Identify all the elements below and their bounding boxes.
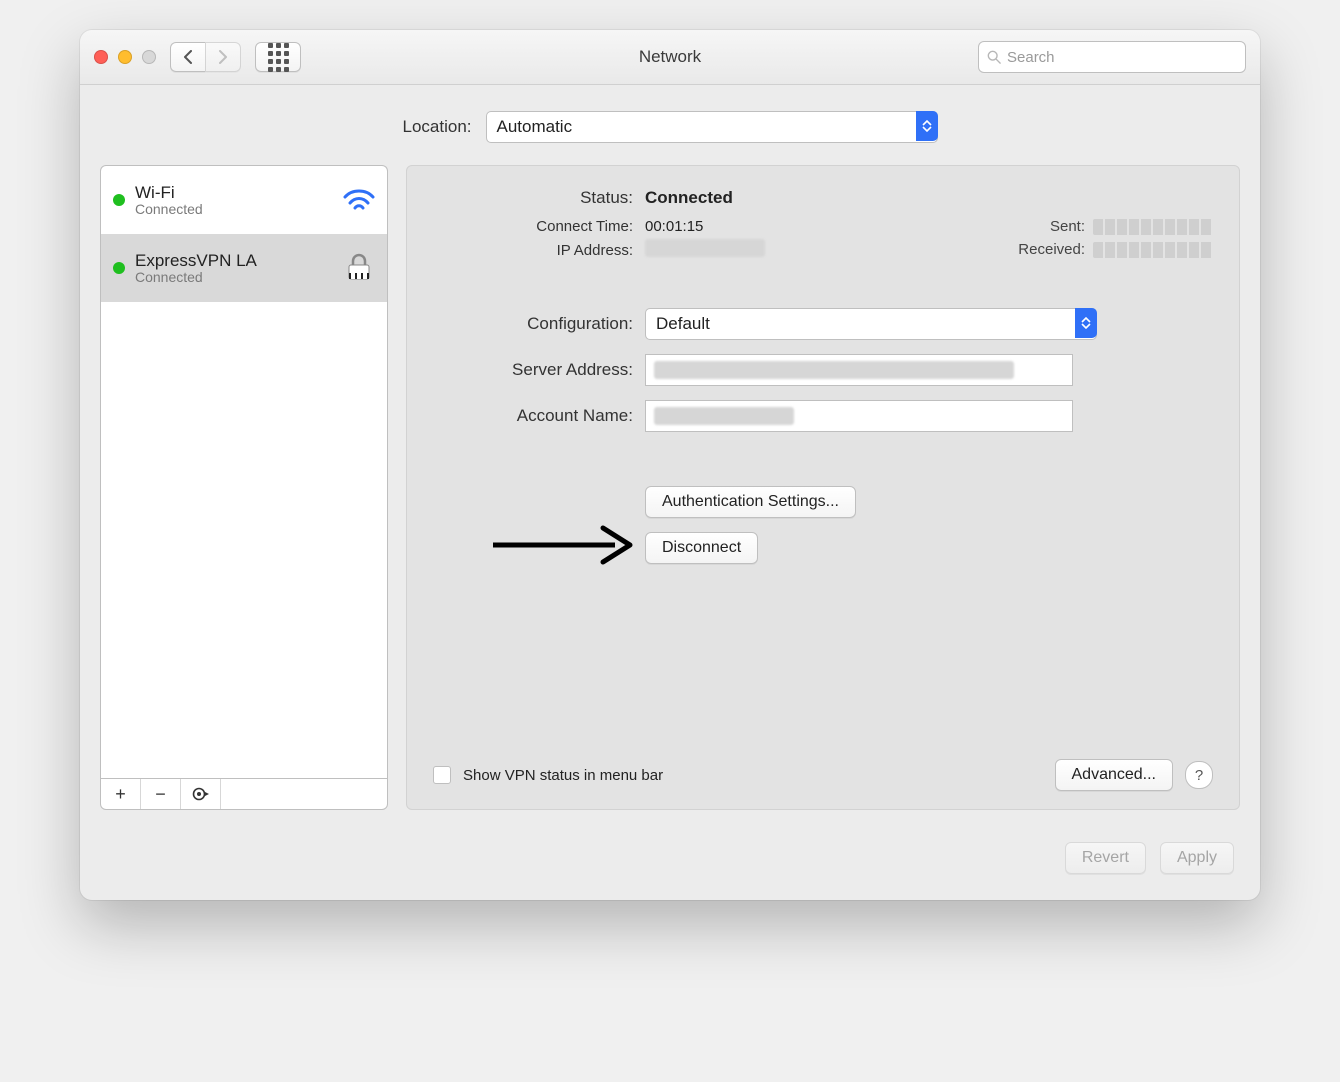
service-options-button[interactable] [181,779,221,809]
titlebar: Network Search [80,30,1260,85]
show-vpn-status-label: Show VPN status in menu bar [463,767,663,784]
revert-button[interactable]: Revert [1065,842,1146,874]
server-address-input[interactable] [645,354,1073,386]
service-name: ExpressVPN LA [135,251,331,271]
received-label: Received: [1018,241,1085,258]
remove-service-button[interactable]: − [141,779,181,809]
show-vpn-status-checkbox[interactable] [433,766,451,784]
status-dot-icon [113,262,125,274]
gear-icon [192,787,210,801]
disconnect-button[interactable]: Disconnect [645,532,758,564]
server-address-label: Server Address: [433,360,633,380]
service-status: Connected [135,202,331,217]
service-name: Wi-Fi [135,183,331,203]
server-address-value-redacted [654,361,1014,379]
sent-meter: Sent: [1050,218,1213,235]
nav-back-forward [170,42,241,72]
configuration-label: Configuration: [433,314,633,334]
connect-time-value: 00:01:15 [645,218,703,235]
popup-arrows-icon [1075,308,1097,338]
search-icon [987,50,1001,64]
apply-button[interactable]: Apply [1160,842,1234,874]
status-dot-icon [113,194,125,206]
sent-label: Sent: [1050,218,1085,235]
service-item-vpn[interactable]: ExpressVPN LA Connected [101,234,387,302]
location-row: Location: Automatic [80,85,1260,165]
status-value: Connected [645,188,733,208]
detail-panel: Status: Connected Connect Time: 00:01:15… [406,165,1240,810]
minimize-window-button[interactable] [118,50,132,64]
help-button[interactable]: ? [1185,761,1213,789]
ip-address-label: IP Address: [433,242,633,259]
service-item-wifi[interactable]: Wi-Fi Connected [101,166,387,234]
popup-arrows-icon [916,111,938,141]
service-status: Connected [135,270,331,285]
connect-time-label: Connect Time: [433,218,633,235]
account-name-input[interactable] [645,400,1073,432]
location-popup[interactable]: Automatic [486,111,938,143]
annotation-arrow-icon [485,520,635,574]
received-meter: Received: [1018,241,1213,258]
network-preferences-window: Network Search Location: Automatic Wi-Fi [80,30,1260,900]
wifi-icon [341,187,377,213]
vpn-lock-icon [341,253,377,283]
footer: Revert Apply [80,828,1260,900]
window-controls [94,50,156,64]
back-button[interactable] [170,42,205,72]
location-label: Location: [403,117,472,137]
main-area: Wi-Fi Connected ExpressVPN LA [80,165,1260,828]
service-list[interactable]: Wi-Fi Connected ExpressVPN LA [100,165,388,778]
forward-button[interactable] [205,42,241,72]
show-all-button[interactable] [255,42,301,72]
account-name-value-redacted [654,407,794,425]
sidebar-actions: + − [100,778,388,810]
authentication-settings-button[interactable]: Authentication Settings... [645,486,856,518]
location-value: Automatic [497,117,573,137]
grid-icon [268,43,289,72]
add-service-button[interactable]: + [101,779,141,809]
search-field[interactable]: Search [978,41,1246,73]
ip-address-value-redacted [645,239,765,257]
received-bars-icon [1093,242,1213,258]
status-label: Status: [433,188,633,208]
account-name-label: Account Name: [433,406,633,426]
sidebar-spacer [221,779,387,809]
configuration-value: Default [656,314,710,334]
advanced-button[interactable]: Advanced... [1055,759,1174,791]
sidebar: Wi-Fi Connected ExpressVPN LA [100,165,388,810]
configuration-popup[interactable]: Default [645,308,1097,340]
sent-bars-icon [1093,219,1213,235]
search-placeholder: Search [1007,49,1055,66]
close-window-button[interactable] [94,50,108,64]
maximize-window-button [142,50,156,64]
